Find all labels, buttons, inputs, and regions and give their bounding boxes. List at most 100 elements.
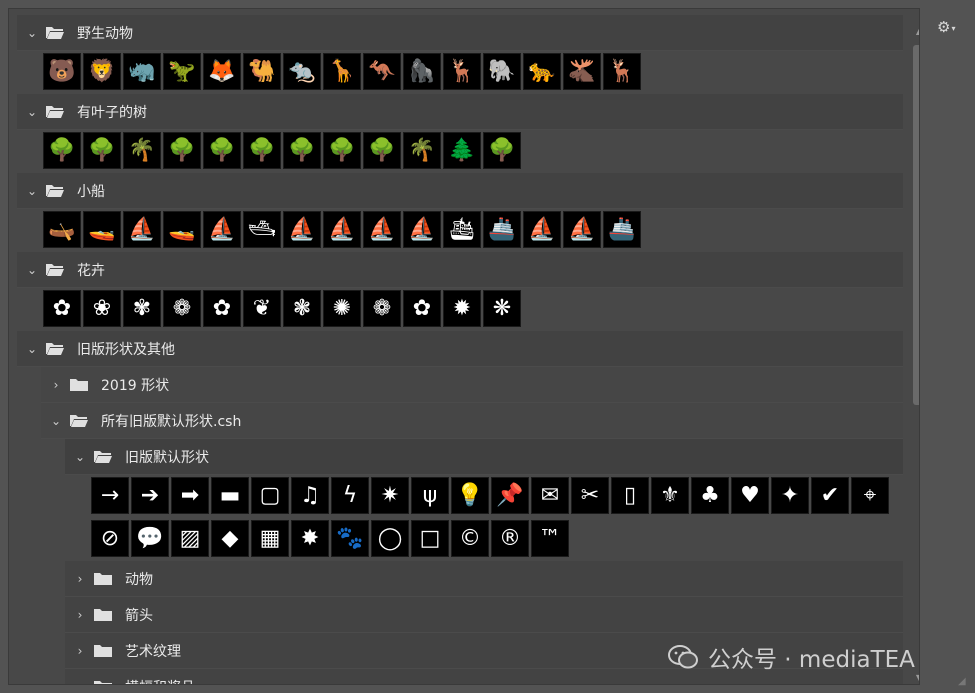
- shape-thumbnail[interactable]: ♥: [731, 477, 769, 514]
- shape-thumbnail[interactable]: ❋: [483, 290, 521, 327]
- shape-thumbnail[interactable]: ▦: [251, 520, 289, 557]
- shape-thumbnail[interactable]: 🦁: [83, 53, 121, 90]
- group-row[interactable]: ⌄ 野生动物: [17, 15, 903, 51]
- shape-thumbnail[interactable]: ▯: [611, 477, 649, 514]
- shape-thumbnail[interactable]: ✿: [403, 290, 441, 327]
- shape-thumbnail[interactable]: 🌳: [243, 132, 281, 169]
- shape-thumbnail[interactable]: ✾: [123, 290, 161, 327]
- chevron-down-icon[interactable]: ⌄: [21, 263, 43, 277]
- shape-thumbnail[interactable]: ❃: [283, 290, 321, 327]
- shape-thumbnail[interactable]: ◯: [371, 520, 409, 557]
- chevron-down-icon[interactable]: ⌄: [45, 414, 67, 428]
- shape-thumbnail[interactable]: ™: [531, 520, 569, 557]
- chevron-down-icon[interactable]: ⌄: [69, 450, 91, 464]
- shape-thumbnail[interactable]: 🦖: [163, 53, 201, 90]
- chevron-down-icon[interactable]: ⌄: [21, 105, 43, 119]
- shape-thumbnail[interactable]: ⛵: [203, 211, 241, 248]
- shape-thumbnail[interactable]: ✿: [43, 290, 81, 327]
- shape-thumbnail[interactable]: 🚤: [83, 211, 121, 248]
- shape-thumbnail[interactable]: ♫: [291, 477, 329, 514]
- shape-thumbnail[interactable]: ❦: [243, 290, 281, 327]
- shape-thumbnail[interactable]: 🐀: [283, 53, 321, 90]
- group-row-child[interactable]: › 动物: [65, 561, 903, 597]
- shape-thumbnail[interactable]: ♣: [691, 477, 729, 514]
- shape-thumbnail[interactable]: ®: [491, 520, 529, 557]
- gear-icon[interactable]: ⚙▾: [937, 18, 963, 36]
- shape-thumbnail[interactable]: 🛳: [443, 211, 481, 248]
- scroll-down-arrow[interactable]: ▼: [914, 673, 919, 683]
- scroll-up-arrow[interactable]: ▲: [914, 27, 919, 37]
- chevron-right-icon[interactable]: ›: [45, 378, 67, 392]
- chevron-down-icon[interactable]: ⌄: [21, 184, 43, 198]
- shape-thumbnail[interactable]: ❀: [83, 290, 121, 327]
- shape-thumbnail[interactable]: 📌: [491, 477, 529, 514]
- shape-thumbnail[interactable]: 🌲: [443, 132, 481, 169]
- group-row[interactable]: ⌄ 有叶子的树: [17, 94, 903, 130]
- shape-thumbnail[interactable]: 🦒: [323, 53, 361, 90]
- shape-thumbnail[interactable]: 🌳: [203, 132, 241, 169]
- group-row[interactable]: ⌄ 花卉: [17, 252, 903, 288]
- group-row-child[interactable]: › 箭头: [65, 597, 903, 633]
- shape-thumbnail[interactable]: 🦍: [403, 53, 441, 90]
- shape-thumbnail[interactable]: 🐻: [43, 53, 81, 90]
- shape-thumbnail[interactable]: ©: [451, 520, 489, 557]
- group-row-default[interactable]: ⌄ 旧版默认形状: [65, 439, 903, 475]
- shape-thumbnail[interactable]: 🌳: [283, 132, 321, 169]
- shape-thumbnail[interactable]: 🦘: [363, 53, 401, 90]
- shape-thumbnail[interactable]: ⚜: [651, 477, 689, 514]
- chevron-right-icon[interactable]: ›: [69, 608, 91, 622]
- shape-thumbnail[interactable]: ⛵: [563, 211, 601, 248]
- shape-thumbnail[interactable]: ✦: [771, 477, 809, 514]
- shape-thumbnail[interactable]: ➔: [131, 477, 169, 514]
- shape-thumbnail[interactable]: ▨: [171, 520, 209, 557]
- shape-thumbnail[interactable]: 🌴: [123, 132, 161, 169]
- shape-thumbnail[interactable]: 💡: [451, 477, 489, 514]
- group-row-legacy[interactable]: ⌄ 旧版形状及其他: [17, 331, 903, 367]
- shape-thumbnail[interactable]: ⛵: [123, 211, 161, 248]
- shape-thumbnail[interactable]: ⛵: [283, 211, 321, 248]
- shape-thumbnail[interactable]: ✔: [811, 477, 849, 514]
- shape-thumbnail[interactable]: 🌳: [163, 132, 201, 169]
- group-row-2019[interactable]: › 2019 形状: [41, 367, 903, 403]
- shape-thumbnail[interactable]: 🐘: [483, 53, 521, 90]
- shape-thumbnail[interactable]: ▢: [251, 477, 289, 514]
- chevron-right-icon[interactable]: ›: [69, 680, 91, 685]
- shape-thumbnail[interactable]: 🚢: [483, 211, 521, 248]
- shape-thumbnail[interactable]: 🛥: [243, 211, 281, 248]
- shape-thumbnail[interactable]: 🫎: [563, 53, 601, 90]
- shape-thumbnail[interactable]: 🚤: [163, 211, 201, 248]
- shape-thumbnail[interactable]: ψ: [411, 477, 449, 514]
- shape-thumbnail[interactable]: 🌳: [323, 132, 361, 169]
- shape-thumbnail[interactable]: ϟ: [331, 477, 369, 514]
- shape-thumbnail[interactable]: 🦏: [123, 53, 161, 90]
- shape-thumbnail[interactable]: 🐆: [523, 53, 561, 90]
- shape-thumbnail[interactable]: ❁: [363, 290, 401, 327]
- shape-thumbnail[interactable]: ✉: [531, 477, 569, 514]
- shape-thumbnail[interactable]: ✿: [203, 290, 241, 327]
- shape-thumbnail[interactable]: 🦌: [443, 53, 481, 90]
- shape-thumbnail[interactable]: ✷: [371, 477, 409, 514]
- shape-thumbnail[interactable]: 🌳: [83, 132, 121, 169]
- shape-thumbnail[interactable]: 🌳: [43, 132, 81, 169]
- shape-thumbnail[interactable]: 🌳: [363, 132, 401, 169]
- shape-thumbnail[interactable]: 🦌: [603, 53, 641, 90]
- group-row[interactable]: ⌄ 小船: [17, 173, 903, 209]
- shape-thumbnail[interactable]: ✸: [291, 520, 329, 557]
- shape-thumbnail[interactable]: 🚢: [603, 211, 641, 248]
- chevron-right-icon[interactable]: ›: [69, 644, 91, 658]
- scrollbar-thumb[interactable]: [913, 45, 919, 405]
- shape-thumbnail[interactable]: 💬: [131, 520, 169, 557]
- group-row-csh[interactable]: ⌄ 所有旧版默认形状.csh: [41, 403, 903, 439]
- shape-thumbnail[interactable]: ⛵: [363, 211, 401, 248]
- shape-thumbnail[interactable]: 🌴: [403, 132, 441, 169]
- shape-thumbnail[interactable]: ❁: [163, 290, 201, 327]
- shape-thumbnail[interactable]: ✺: [323, 290, 361, 327]
- shape-thumbnail[interactable]: 🐾: [331, 520, 369, 557]
- shape-thumbnail[interactable]: ➡: [171, 477, 209, 514]
- chevron-down-icon[interactable]: ⌄: [21, 342, 43, 356]
- shape-thumbnail[interactable]: ⌖: [851, 477, 889, 514]
- chevron-down-icon[interactable]: ⌄: [21, 26, 43, 40]
- shape-thumbnail[interactable]: ▬: [211, 477, 249, 514]
- shape-thumbnail[interactable]: ⊘: [91, 520, 129, 557]
- shape-thumbnail[interactable]: ⛵: [323, 211, 361, 248]
